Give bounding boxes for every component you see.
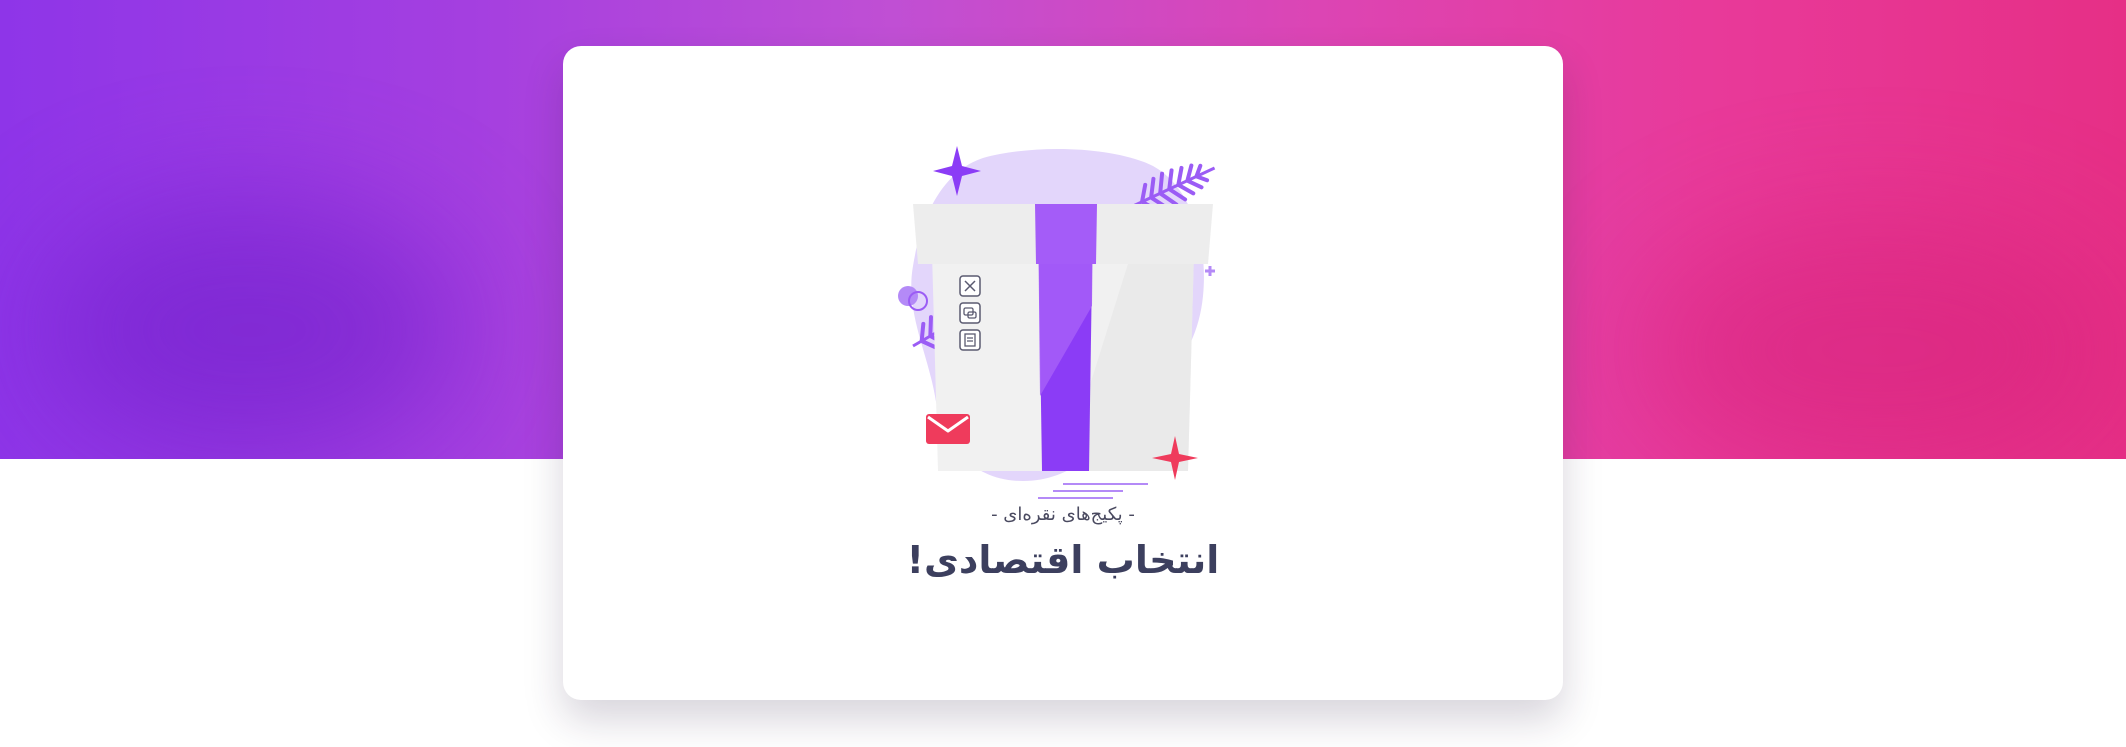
gift-illustration	[863, 96, 1263, 506]
scissors-icon	[959, 275, 981, 297]
motion-lines	[1038, 483, 1148, 499]
chat-icon	[959, 302, 981, 324]
document-icon	[959, 329, 981, 351]
envelope-icon	[926, 414, 970, 444]
package-card: - پکیج‌های نقره‌ای - انتخاب اقتصادی!	[563, 46, 1563, 700]
plus-icon	[1205, 266, 1215, 276]
package-subtitle: - پکیج‌های نقره‌ای -	[991, 504, 1135, 525]
hero-glow-left	[40, 200, 460, 459]
hero-glow-right	[1640, 220, 2120, 459]
gift-ribbon-lid	[1035, 204, 1097, 264]
package-title: انتخاب اقتصادی!	[906, 538, 1220, 582]
decor-circle	[898, 286, 918, 306]
